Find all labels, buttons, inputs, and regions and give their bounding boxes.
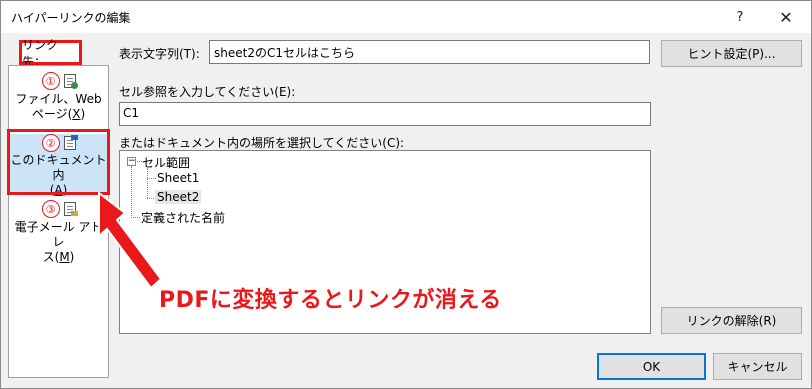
nav-item-label-line2: ス(M) bbox=[43, 250, 75, 265]
link-to-label: リンク先： bbox=[19, 38, 82, 69]
place-select-label: またはドキュメント内の場所を選択してください(C): bbox=[119, 136, 405, 150]
help-button[interactable]: ? bbox=[717, 1, 763, 33]
tree-node-cell-range[interactable]: セル範囲 bbox=[142, 154, 190, 171]
mnemonic: M bbox=[59, 250, 70, 264]
tree-node-sheet1[interactable]: Sheet1 bbox=[157, 171, 199, 185]
nav-item-label: このドキュメント内 bbox=[10, 153, 107, 182]
cell-reference-label: セル参照を入力してください(E): bbox=[119, 85, 296, 99]
nav-item-label: 電子メール アドレ bbox=[14, 220, 103, 249]
this-document-icon bbox=[63, 135, 78, 150]
number-badge: ③ bbox=[41, 200, 60, 218]
display-text-input[interactable]: sheet2のC1セルはこちら bbox=[209, 40, 650, 64]
hyperlink-edit-dialog: ハイパーリンクの編集 ? ✕ リンク先： ① ファイル、Web ページ(X) ②… bbox=[0, 0, 812, 389]
mnemonic: A bbox=[54, 183, 63, 197]
remove-link-button[interactable]: リンクの解除(R) bbox=[661, 307, 802, 334]
nav-item-file-web-page[interactable]: ① ファイル、Web ページ(X) bbox=[9, 71, 108, 133]
nav-item-email-address[interactable]: ③ 電子メール アドレ ス(M) bbox=[9, 199, 108, 265]
cancel-button[interactable]: キャンセル bbox=[713, 353, 802, 380]
number-badge: ① bbox=[41, 72, 60, 90]
number-badge: ② bbox=[41, 134, 60, 152]
close-button[interactable]: ✕ bbox=[763, 1, 809, 33]
label-suffix: ) bbox=[62, 183, 68, 197]
nav-item-label: ファイル、Web bbox=[15, 92, 102, 106]
nav-item-this-document[interactable]: ② このドキュメント内 (A) bbox=[9, 134, 108, 198]
label-prefix: ス( bbox=[42, 250, 60, 264]
tree-node-sheet2[interactable]: Sheet2 bbox=[155, 190, 202, 204]
display-text-label: 表示文字列(T): bbox=[119, 47, 200, 61]
email-icon bbox=[63, 202, 78, 216]
tree-node-defined-names[interactable]: 定義された名前 bbox=[141, 209, 225, 226]
annotation-text: PDFに変換するとリンクが消える bbox=[159, 288, 502, 313]
ok-button[interactable]: OK bbox=[597, 353, 706, 380]
web-page-icon bbox=[63, 74, 78, 89]
title-bar: ハイパーリンクの編集 ? ✕ bbox=[1, 1, 811, 33]
label-suffix: ) bbox=[69, 250, 75, 264]
label-suffix: ) bbox=[80, 107, 86, 121]
mnemonic: X bbox=[72, 107, 81, 121]
label-prefix: ページ( bbox=[31, 107, 73, 121]
link-to-nav: ① ファイル、Web ページ(X) ② このドキュメント内 (A) ③ 電子メー… bbox=[8, 65, 109, 378]
nav-item-label-line2: ページ(X) bbox=[32, 107, 85, 122]
nav-item-label-line2: (A) bbox=[50, 183, 68, 198]
cell-reference-input[interactable]: C1 bbox=[119, 102, 651, 126]
dialog-title: ハイパーリンクの編集 bbox=[11, 11, 131, 25]
screentip-button[interactable]: ヒント設定(P)... bbox=[661, 40, 802, 67]
collapse-toggle[interactable]: − bbox=[127, 157, 136, 166]
